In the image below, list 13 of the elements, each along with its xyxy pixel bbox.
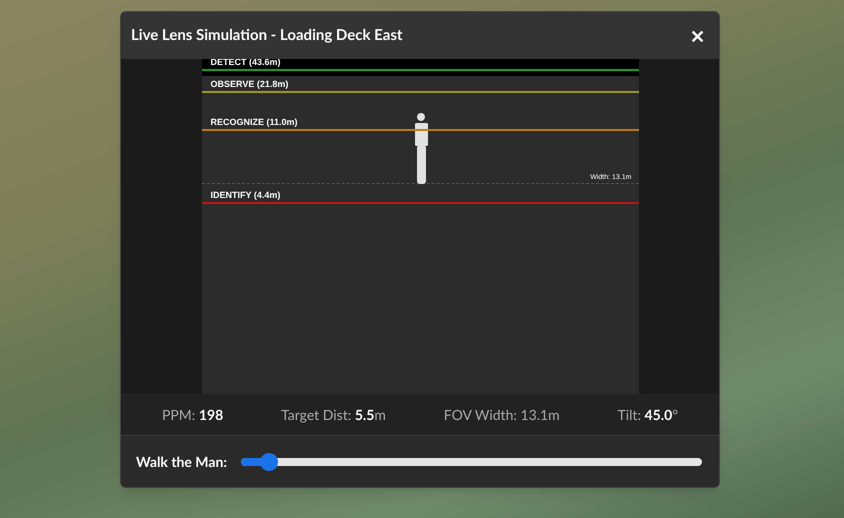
stat-text: Tilt: 45.0°: [618, 405, 678, 425]
stat-text: Target Dist: 5.5m: [281, 405, 386, 425]
stat-text: PPM: 198: [162, 405, 224, 425]
zone-label: RECOGNIZE (11.0m): [210, 118, 298, 127]
person-figure: [414, 113, 430, 184]
stat-text: FOV Width: 13.1m: [444, 405, 560, 425]
zone-label: IDENTIFY (4.4m): [210, 191, 280, 200]
walk-slider[interactable]: [240, 452, 702, 470]
dialog-title: Live Lens Simulation - Loading Deck East: [131, 25, 402, 46]
slider-thumb[interactable]: [260, 452, 278, 470]
close-button[interactable]: ✕: [686, 26, 709, 44]
zone-label: OBSERVE (21.8m): [210, 80, 288, 89]
slider-label: Walk the Man:: [136, 452, 227, 472]
